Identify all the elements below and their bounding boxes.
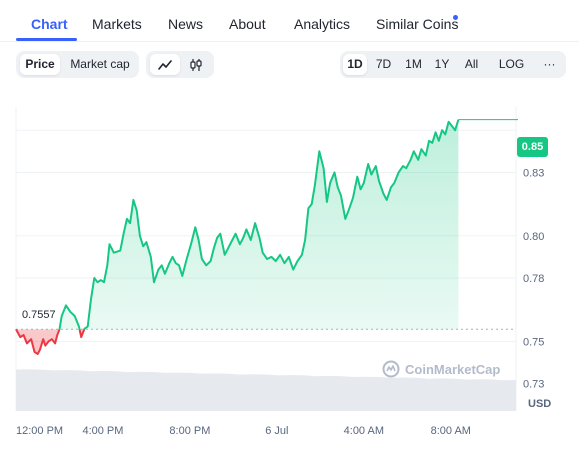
x-tick-label: 8:00 AM (431, 425, 471, 437)
price-chart-svg: 0.83 0.80 0.78 0.75 0.73 12:00 PM 4:00 PM 8:00… (15, 107, 544, 437)
y-axis-labels: 0.83 0.80 0.78 0.75 0.73 (523, 167, 544, 390)
range-all-button[interactable]: All (457, 54, 486, 75)
range-7d-button[interactable]: 7D (370, 54, 397, 75)
y-tick-label: 0.78 (523, 273, 544, 285)
x-tick-label: 6 Jul (265, 425, 288, 437)
tab-chart[interactable]: Chart (31, 15, 68, 33)
tab-about[interactable]: About (229, 15, 266, 33)
tab-analytics[interactable]: Analytics (294, 15, 350, 33)
line-chart-icon[interactable] (150, 54, 180, 75)
watermark-text: CoinMarketCap (405, 361, 501, 377)
tab-markets[interactable]: Markets (92, 15, 142, 33)
more-options-button[interactable]: ··· (537, 54, 562, 75)
x-tick-label: 8:00 PM (169, 425, 210, 437)
price-chart[interactable]: 0.83 0.80 0.78 0.75 0.73 12:00 PM 4:00 PM 8:00… (0, 95, 579, 460)
tab-news[interactable]: News (168, 15, 203, 33)
open-price-label: 0.7557 (20, 308, 58, 322)
active-tab-underline (16, 38, 77, 41)
y-tick-label: 0.75 (523, 336, 544, 348)
price-button[interactable]: Price (20, 54, 60, 75)
tab-similar-coins[interactable]: Similar Coins (376, 15, 458, 33)
chart-style-toggle (146, 51, 214, 78)
current-price-badge: 0.85 (517, 137, 548, 157)
y-tick-label: 0.73 (523, 379, 544, 391)
y-tick-label: 0.83 (523, 167, 544, 179)
time-range-toggle: 1D 7D 1M 1Y All LOG ··· (340, 51, 566, 78)
range-1y-button[interactable]: 1Y (430, 54, 454, 75)
range-1m-button[interactable]: 1M (400, 54, 427, 75)
tab-bar: Chart Markets News About Analytics Simil… (0, 0, 579, 42)
coinmarketcap-logo-icon (382, 360, 400, 378)
x-tick-label: 4:00 PM (82, 425, 123, 437)
x-axis-labels: 12:00 PM 4:00 PM 8:00 PM 6 Jul 4:00 AM 8:00 A… (16, 425, 471, 437)
range-1d-button[interactable]: 1D (343, 54, 367, 75)
metric-toggle: Price Market cap (16, 51, 139, 78)
candlestick-icon[interactable] (182, 54, 210, 75)
x-tick-label: 4:00 AM (344, 425, 384, 437)
market-cap-button[interactable]: Market cap (64, 54, 136, 75)
log-scale-button[interactable]: LOG (494, 54, 529, 75)
y-tick-label: 0.80 (523, 231, 544, 243)
new-indicator-dot (453, 15, 458, 20)
watermark: CoinMarketCap (382, 360, 500, 378)
currency-label: USD (528, 398, 552, 410)
x-tick-label: 12:00 PM (16, 425, 63, 437)
